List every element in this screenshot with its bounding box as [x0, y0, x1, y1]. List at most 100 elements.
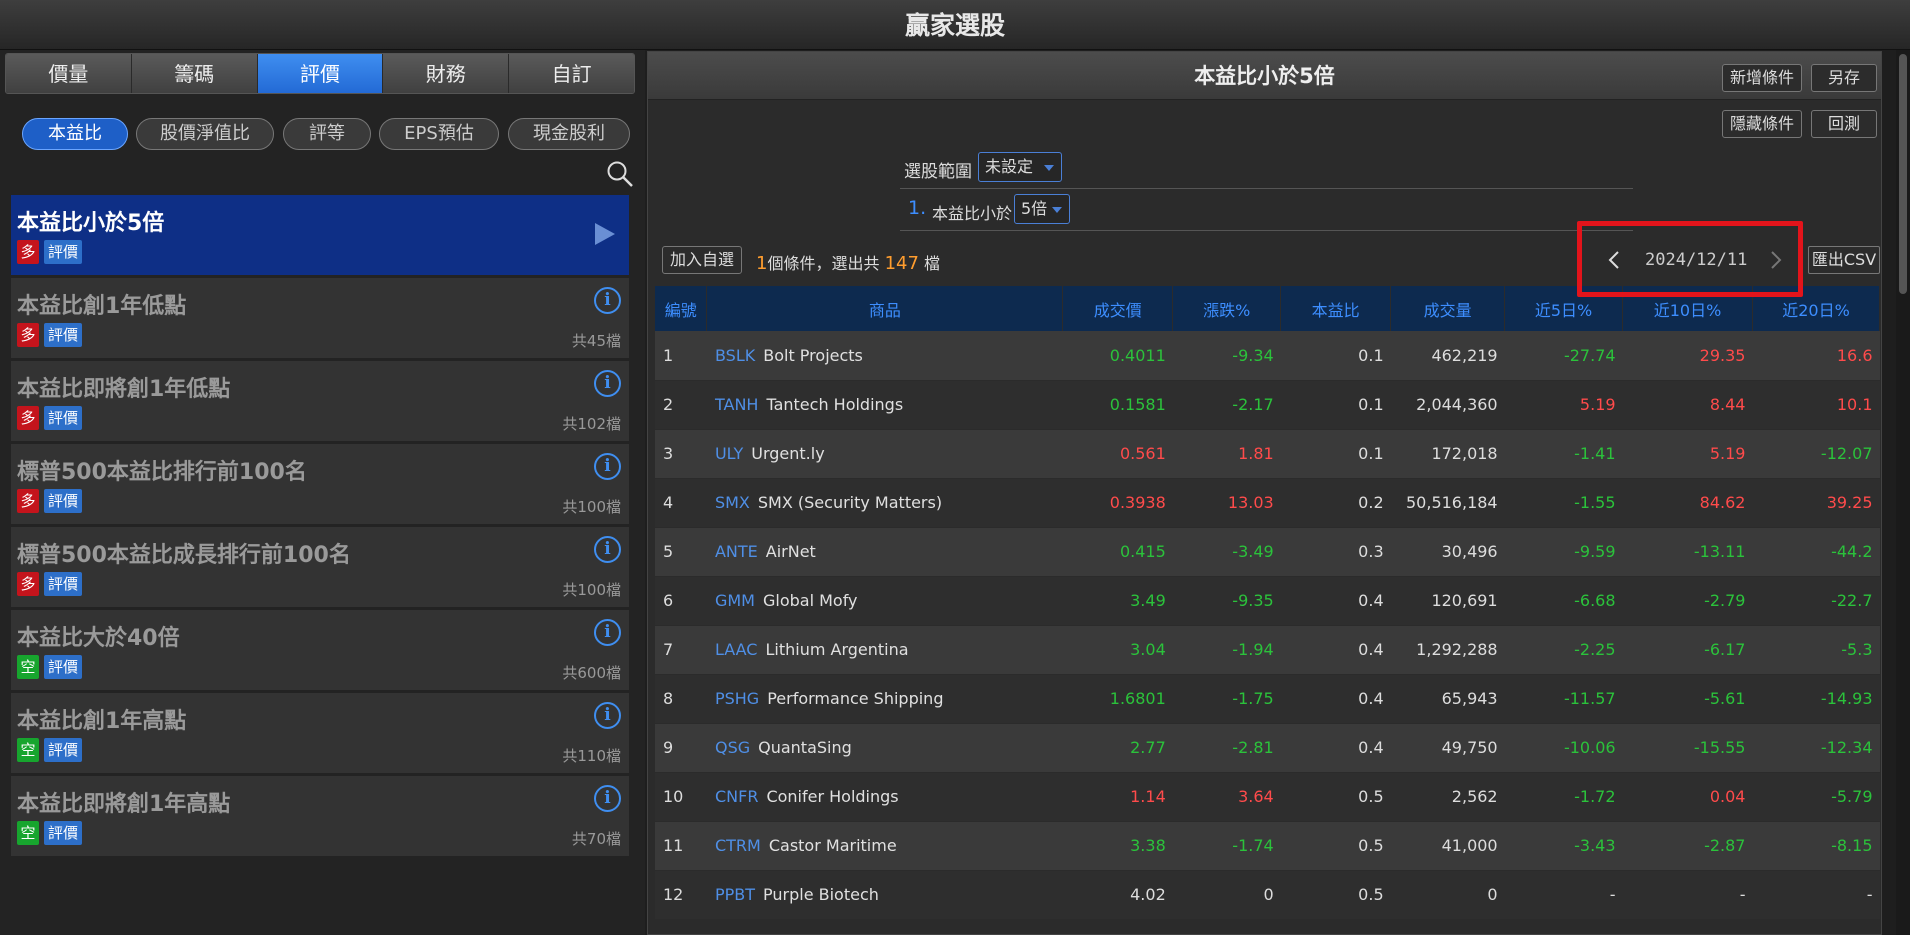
info-icon[interactable]: i [594, 619, 621, 646]
table-row[interactable]: 4 SMX SMX (Security Matters) 0.3938 13.03 0.2… [655, 478, 1880, 528]
tab-valuation[interactable]: 評價 [257, 54, 384, 93]
cell-product[interactable]: PSHG Performance Shipping [706, 674, 1063, 724]
cell-product[interactable]: SMX SMX (Security Matters) [706, 478, 1063, 528]
tab-chips[interactable]: 籌碼 [131, 54, 258, 93]
table-row[interactable]: 1 BSLK Bolt Projects 0.4011 -9.34 0.1 462,219-… [655, 331, 1880, 381]
cell-20d: -8.15 [1752, 821, 1880, 871]
pill-eps-estimate[interactable]: EPS預估 [379, 118, 499, 150]
scope-dropdown[interactable]: 未設定 [978, 152, 1062, 182]
stock-symbol[interactable]: GMM [715, 591, 755, 610]
table-row[interactable]: 12 PPBT Purple Biotech 4.02 0 0.5 0- - - [655, 870, 1880, 920]
info-icon[interactable]: i [594, 370, 621, 397]
table-row[interactable]: 6 GMM Global Mofy 3.49 -9.35 0.4 120,691 -6.68-… [655, 576, 1880, 626]
stock-symbol[interactable]: ULY [715, 444, 743, 463]
pill-pb-ratio[interactable]: 股價淨值比 [136, 118, 274, 150]
tab-financial[interactable]: 財務 [383, 54, 510, 93]
add-to-watchlist-button[interactable]: 加入自選 [662, 246, 742, 274]
cell-10d: 5.19 [1622, 429, 1753, 479]
stock-symbol[interactable]: CTRM [715, 836, 761, 855]
table-row[interactable]: 7 LAAC Lithium Argentina 3.04 -1.94 0.4 1,292,… [655, 625, 1880, 675]
cell-20d: 39.25 [1752, 478, 1880, 528]
backtest-button[interactable]: 回測 [1811, 110, 1877, 138]
table-row[interactable]: 3 ULY Urgent.ly 0.561 1.81 0.1 172,018 -1.41 5.1… [655, 429, 1880, 479]
cell-product[interactable]: BSLK Bolt Projects [706, 331, 1063, 381]
info-icon[interactable]: i [594, 453, 621, 480]
play-icon[interactable] [595, 223, 615, 245]
cell-volume: 2,562 [1390, 772, 1505, 822]
cell-20d: - [1752, 870, 1880, 920]
stock-symbol[interactable]: LAAC [715, 640, 758, 659]
cell-index: 8 [655, 674, 707, 724]
stock-symbol[interactable]: TANH [715, 395, 758, 414]
cell-product[interactable]: CTRM Castor Maritime [706, 821, 1063, 871]
info-icon[interactable]: i [594, 287, 621, 314]
cell-product[interactable]: TANH Tantech Holdings [706, 380, 1063, 430]
export-csv-button[interactable]: 匯出CSV [1808, 246, 1880, 274]
cell-20d: -22.7 [1752, 576, 1880, 626]
pill-pe-ratio[interactable]: 本益比 [22, 118, 128, 150]
stock-name: SMX (Security Matters) [757, 493, 943, 512]
pill-cash-dividend[interactable]: 現金股利 [508, 118, 630, 150]
stock-symbol[interactable]: SMX [715, 493, 750, 512]
stock-symbol[interactable]: PPBT [715, 885, 755, 904]
cell-change-pct: -1.74 [1172, 821, 1281, 871]
screener-item[interactable]: 本益比大於40倍空評價 i 共600檔 [11, 610, 629, 690]
table-row[interactable]: 5 ANTE AirNet 0.415 -3.49 0.3 30,496 -9.59 -13.1… [655, 527, 1880, 577]
col-change-pct[interactable]: 漲跌% [1172, 286, 1282, 331]
cell-product[interactable]: ANTE AirNet [706, 527, 1063, 577]
cell-price: 2.77 [1062, 723, 1173, 773]
divider [900, 230, 1633, 231]
col-product[interactable]: 商品 [706, 286, 1064, 331]
screener-item[interactable]: 本益比即將創1年低點多評價 i 共102檔 [11, 361, 629, 441]
screener-item[interactable]: 標普500本益比排行前100名多評價 i 共100檔 [11, 444, 629, 524]
col-pe[interactable]: 本益比 [1280, 286, 1392, 331]
cell-product[interactable]: LAAC Lithium Argentina [706, 625, 1063, 675]
stock-symbol[interactable]: CNFR [715, 787, 758, 806]
left-panel: 價量 籌碼 評價 財務 自訂 本益比 股價淨值比 評等 EPS預估 現金股利 本… [0, 50, 645, 935]
add-condition-button[interactable]: 新增條件 [1722, 64, 1802, 92]
cell-product[interactable]: CNFR Conifer Holdings [706, 772, 1063, 822]
info-icon[interactable]: i [594, 702, 621, 729]
condition-value-dropdown[interactable]: 5倍 [1014, 194, 1070, 224]
scrollbar-thumb[interactable] [1899, 54, 1907, 294]
cell-product[interactable]: ULY Urgent.ly [706, 429, 1063, 479]
scrollbar[interactable] [1896, 50, 1910, 935]
stock-count: 共102檔 [562, 415, 621, 433]
screener-item[interactable]: 本益比即將創1年高點空評價 i 共70檔 [11, 776, 629, 856]
cell-product[interactable]: GMM Global Mofy [706, 576, 1063, 626]
pill-rating[interactable]: 評等 [283, 118, 371, 150]
tab-volume-price[interactable]: 價量 [6, 54, 132, 93]
table-row[interactable]: 11 CTRM Castor Maritime 3.38 -1.74 0.5 41,000-… [655, 821, 1880, 871]
tab-custom[interactable]: 自訂 [509, 54, 634, 93]
category-badge: 評價 [44, 738, 82, 762]
cell-change-pct: 0 [1172, 870, 1281, 920]
stock-symbol[interactable]: BSLK [715, 346, 755, 365]
info-icon[interactable]: i [594, 536, 621, 563]
col-price[interactable]: 成交價 [1062, 286, 1174, 331]
cell-index: 12 [655, 870, 707, 920]
stock-symbol[interactable]: QSG [715, 738, 750, 757]
cell-10d: -15.55 [1622, 723, 1753, 773]
cell-price: 0.3938 [1062, 478, 1173, 528]
col-index[interactable]: 編號 [655, 286, 708, 331]
screener-item[interactable]: 本益比創1年低點多評價 i 共45檔 [11, 278, 629, 358]
cell-index: 5 [655, 527, 707, 577]
stock-symbol[interactable]: ANTE [715, 542, 758, 561]
table-row[interactable]: 9 QSG QuantaSing 2.77 -2.81 0.4 49,750 -10.06 -1… [655, 723, 1880, 773]
col-volume[interactable]: 成交量 [1390, 286, 1506, 331]
cell-product[interactable]: QSG QuantaSing [706, 723, 1063, 773]
cell-index: 9 [655, 723, 707, 773]
cell-volume: 41,000 [1390, 821, 1505, 871]
cell-product[interactable]: PPBT Purple Biotech [706, 870, 1063, 920]
screener-item[interactable]: 標普500本益比成長排行前100名多評價 i 共100檔 [11, 527, 629, 607]
stock-symbol[interactable]: PSHG [715, 689, 759, 708]
info-icon[interactable]: i [594, 785, 621, 812]
screener-item[interactable]: 本益比創1年高點空評價 i 共110檔 [11, 693, 629, 773]
table-row[interactable]: 8 PSHG Performance Shipping 1.6801 -1.75 0.4 6… [655, 674, 1880, 724]
table-row[interactable]: 2 TANH Tantech Holdings 0.1581 -2.17 0.1 2,044… [655, 380, 1880, 430]
save-as-button[interactable]: 另存 [1811, 64, 1877, 92]
table-row[interactable]: 10 CNFR Conifer Holdings 1.14 3.64 0.5 2,562 -1… [655, 772, 1880, 822]
screener-item[interactable]: 本益比小於5倍多評價 [11, 195, 629, 275]
hide-conditions-button[interactable]: 隱藏條件 [1722, 110, 1802, 138]
search-icon[interactable] [606, 160, 634, 188]
